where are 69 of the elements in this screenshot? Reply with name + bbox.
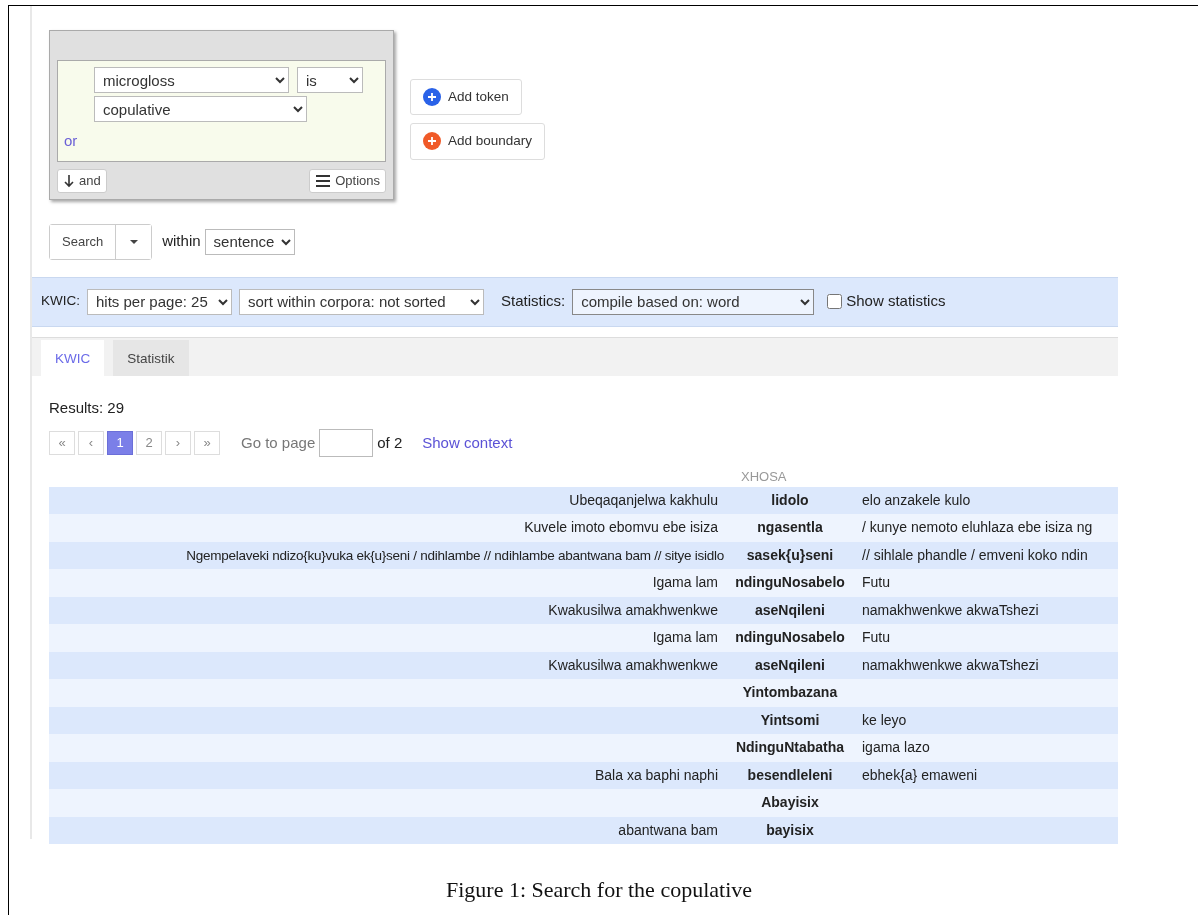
sort-select[interactable]: sort within corpora: not sorted (239, 288, 484, 315)
left-context: Ngempelaveki ndizo{ku}vuka ek{u}seni / ndihlambe // ndihlambe abantwana bam // sitye isidlo (186, 547, 724, 563)
left-context: abantwana bam (618, 821, 718, 838)
left-context: Bala xa baphi naphi (595, 766, 718, 783)
add-button[interactable]: Add token (410, 79, 522, 116)
hits-per-page-select[interactable]: hits per page: 25 (87, 288, 232, 315)
arrow-down-icon (63, 173, 75, 188)
right-context: ebhek{a} emaweni (862, 766, 978, 783)
match-word: besendleleni (747, 766, 833, 783)
dropdown-toggle-button[interactable] (115, 224, 152, 259)
plus-icon (423, 132, 441, 151)
within-label: within (162, 231, 201, 252)
right-context: elo anzakele kulo (862, 491, 971, 508)
left-context: Igama lam (652, 574, 718, 591)
left-context: Kwakusilwa amakhwenkwe (548, 656, 718, 673)
match-word: Abayisix (761, 794, 819, 811)
match-word: ndinguNosabelo (735, 574, 845, 591)
tab[interactable]: Statistik (113, 339, 189, 376)
show-statistics-label: Show statistics (846, 291, 946, 312)
page-button[interactable]: 2 (136, 431, 162, 455)
options-button[interactable]: Options (309, 169, 386, 193)
right-context: // sihlale phandle / emveni koko ndin (862, 546, 1088, 563)
statistics-label: Statistics: (501, 291, 566, 312)
go-to-page-label: Go to page (241, 432, 316, 453)
page-button[interactable]: » (194, 431, 220, 455)
right-context: Futu (862, 629, 890, 646)
compile-select[interactable]: compile based on: word (572, 288, 815, 315)
match-word: Yintombazana (742, 684, 838, 701)
right-context: ke leyo (862, 711, 907, 728)
match-word: sasek{u}seni (746, 546, 834, 563)
caret-icon (129, 240, 138, 245)
right-context: igama lazo (862, 739, 930, 756)
page-button[interactable]: ‹ (78, 431, 104, 455)
left-context: Kwakusilwa amakhwenkwe (548, 601, 718, 618)
within-select[interactable]: sentence (204, 228, 295, 255)
right-context: namakhwenkwe akwaTshezi (862, 601, 1039, 618)
right-context: / kunye nemoto eluhlaza ebe isiza ng (862, 519, 1093, 536)
kwic-label: KWIC: (41, 292, 80, 311)
operator-select[interactable]: is (297, 67, 363, 93)
right-context: Futu (862, 574, 890, 591)
match-word: aseNqileni (755, 601, 825, 618)
value-select[interactable]: copulative (94, 96, 307, 122)
results-count: Results: 29 (48, 397, 126, 418)
match-word: NdinguNtabatha (735, 739, 845, 756)
add-button[interactable]: Add boundary (410, 123, 546, 160)
show-context-link[interactable]: Show context (422, 431, 513, 455)
match-word: ngasentla (757, 519, 823, 536)
figure-caption: Figure 1: Search for the copulative (444, 876, 754, 904)
match-word: Yintsomi (760, 711, 820, 728)
tab[interactable]: KWIC (41, 339, 105, 376)
and-button[interactable]: and (57, 169, 107, 193)
menu-icon (315, 172, 332, 189)
attribute-select[interactable]: microgloss (94, 67, 289, 93)
page-count: of 2 (377, 432, 403, 453)
plus-icon (423, 88, 441, 107)
left-context: Ubeqaqanjelwa kakhulu (569, 491, 718, 508)
page-input[interactable] (319, 429, 374, 457)
page-button[interactable]: « (49, 431, 75, 455)
page-button[interactable]: › (165, 431, 191, 455)
left-context: Igama lam (652, 629, 718, 646)
match-word: ndinguNosabelo (735, 629, 845, 646)
right-context: namakhwenkwe akwaTshezi (862, 656, 1039, 673)
language-header: XHOSA (741, 468, 788, 486)
or-link[interactable]: or (64, 130, 379, 153)
match-word: aseNqileni (755, 656, 825, 673)
match-word: lidolo (771, 491, 809, 508)
show-statistics-checkbox[interactable] (827, 294, 843, 309)
match-word: bayisix (766, 821, 814, 838)
left-context: Kuvele imoto ebomvu ebe isiza (524, 519, 718, 536)
